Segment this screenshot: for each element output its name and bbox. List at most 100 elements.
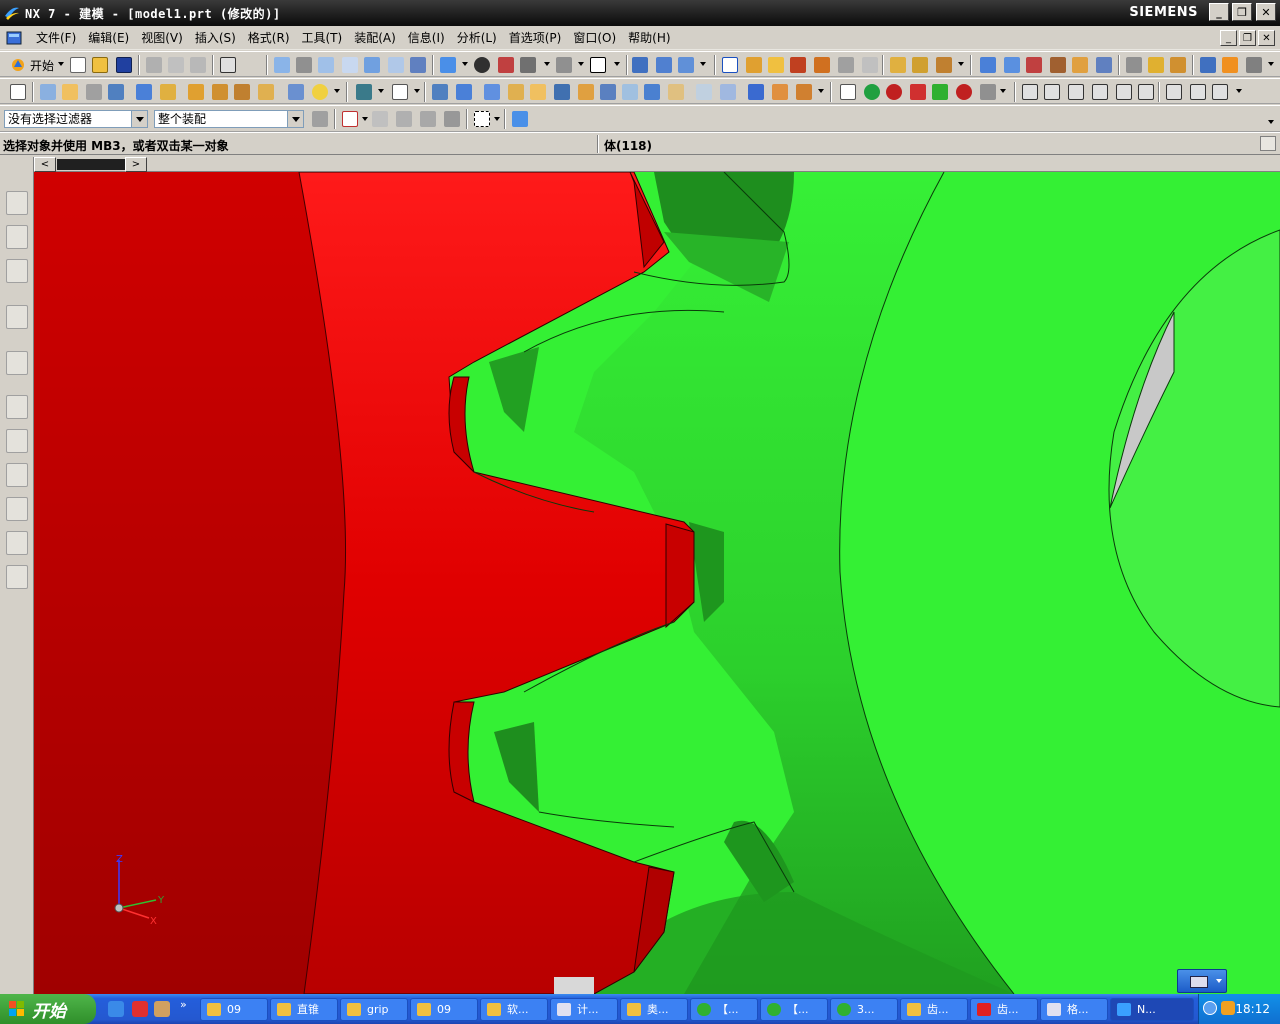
task-button[interactable]: 齿... [900, 998, 968, 1021]
close-button[interactable]: ✕ [1256, 3, 1276, 21]
snap-icon[interactable] [746, 57, 762, 73]
intersection-icon[interactable] [862, 57, 878, 73]
filter-reset-icon[interactable] [312, 111, 328, 127]
measure-icon[interactable] [936, 57, 952, 73]
chevron-down-icon[interactable] [131, 111, 147, 127]
task-button[interactable]: 09 [410, 998, 478, 1021]
minimize-button[interactable]: _ [1209, 3, 1229, 21]
ie-icon[interactable] [108, 1001, 124, 1017]
task-button[interactable]: 奥... [620, 998, 688, 1021]
circle-icon[interactable] [864, 84, 880, 100]
scale-icon[interactable] [644, 84, 660, 100]
revolve-icon[interactable] [62, 84, 78, 100]
trim-body-icon[interactable] [554, 84, 570, 100]
spline-icon[interactable] [910, 84, 926, 100]
sphere-icon[interactable] [312, 84, 328, 100]
menu-file[interactable]: 文件(F) [30, 28, 82, 48]
shell-icon[interactable] [484, 84, 500, 100]
project-curve-icon[interactable] [1138, 84, 1154, 100]
render-icon[interactable] [498, 57, 514, 73]
layer-category-icon[interactable] [1096, 57, 1112, 73]
polygon-icon[interactable] [980, 84, 996, 100]
qq-icon[interactable] [1221, 1001, 1235, 1015]
patch-icon[interactable] [720, 84, 736, 100]
open-icon[interactable] [92, 57, 108, 73]
arc-icon[interactable] [1044, 84, 1060, 100]
control-point-icon[interactable] [838, 57, 854, 73]
boss-icon[interactable] [212, 84, 228, 100]
copy-icon[interactable] [168, 57, 184, 73]
ellipse-icon[interactable] [956, 84, 972, 100]
sweep-icon[interactable] [86, 84, 102, 100]
divide-curve-icon[interactable] [1190, 84, 1206, 100]
rotate-icon[interactable] [364, 57, 380, 73]
select-face-icon[interactable] [372, 111, 388, 127]
status-toggle-icon[interactable] [1260, 136, 1276, 151]
datum-plane-icon[interactable] [288, 84, 304, 100]
menu-info[interactable]: 信息(I) [402, 28, 451, 48]
select-icon[interactable] [722, 57, 738, 73]
manufacturing-wizard-icon[interactable] [6, 497, 28, 521]
point-set-icon[interactable] [886, 84, 902, 100]
select-component-icon[interactable] [444, 111, 460, 127]
process-studio-icon[interactable] [6, 463, 28, 487]
cylinder-icon[interactable] [160, 84, 176, 100]
magnify-icon[interactable] [342, 57, 358, 73]
wrap-icon[interactable] [748, 84, 764, 100]
move-to-layer-icon[interactable] [1050, 57, 1066, 73]
select-edge-icon[interactable] [420, 111, 436, 127]
layer-visible-icon[interactable] [1026, 57, 1042, 73]
task-button[interactable]: 软... [480, 998, 548, 1021]
task-button-active[interactable]: N... [1110, 998, 1194, 1021]
menu-preferences[interactable]: 首选项(P) [503, 28, 568, 48]
fillet-curve-icon[interactable] [1068, 84, 1084, 100]
scroll-right-button[interactable]: > [125, 157, 147, 172]
view-cube-icon[interactable] [440, 57, 456, 73]
app-icon[interactable] [132, 1001, 148, 1017]
zoom-window-icon[interactable] [296, 57, 312, 73]
analysis-icon[interactable] [1246, 57, 1262, 73]
wcs-icon[interactable] [1126, 57, 1142, 73]
menu-tools[interactable]: 工具(T) [296, 28, 349, 48]
rectangle-select-icon[interactable] [474, 111, 490, 127]
color-icon[interactable] [1222, 57, 1238, 73]
task-button[interactable]: 【... [690, 998, 758, 1021]
pocket-icon[interactable] [234, 84, 250, 100]
layer-icon[interactable] [980, 57, 996, 73]
point-icon[interactable] [768, 57, 784, 73]
task-button[interactable]: 计... [550, 998, 618, 1021]
task-button[interactable]: 格... [1040, 998, 1108, 1021]
selection-scope-select[interactable]: 整个装配 [154, 110, 304, 128]
isometric-icon[interactable] [678, 57, 694, 73]
quicklaunch-more-icon[interactable]: » [180, 998, 187, 1011]
undo-icon[interactable] [220, 57, 236, 73]
start-menu-button[interactable]: 开始 [0, 994, 96, 1024]
pan-icon[interactable] [388, 57, 404, 73]
trim-curve-icon[interactable] [1166, 84, 1182, 100]
measure-angle-icon[interactable] [912, 57, 928, 73]
task-button[interactable]: grip [340, 998, 408, 1021]
bridge-curve-icon[interactable] [1092, 84, 1108, 100]
edit-curve-icon[interactable] [1212, 84, 1228, 100]
thread-icon[interactable] [796, 84, 812, 100]
scroll-left-button[interactable]: < [34, 157, 56, 172]
roles-icon[interactable] [6, 531, 28, 555]
reuse-library-icon[interactable] [6, 305, 28, 329]
fit-icon[interactable] [274, 57, 290, 73]
block-icon[interactable] [136, 84, 152, 100]
sketch-icon[interactable] [10, 84, 26, 100]
snap-point-icon[interactable] [342, 111, 358, 127]
restore-button[interactable]: ❐ [1232, 3, 1252, 21]
web-browser-icon[interactable] [6, 351, 28, 375]
doc-restore-button[interactable]: ❐ [1239, 30, 1256, 46]
menu-analysis[interactable]: 分析(L) [451, 28, 503, 48]
select-body-icon[interactable] [396, 111, 412, 127]
menu-insert[interactable]: 插入(S) [189, 28, 242, 48]
menu-help[interactable]: 帮助(H) [622, 28, 676, 48]
pad-icon[interactable] [258, 84, 274, 100]
edge-blend-icon[interactable] [432, 84, 448, 100]
app2-icon[interactable] [154, 1001, 170, 1017]
menu-assembly[interactable]: 装配(A) [348, 28, 402, 48]
draft-icon[interactable] [508, 84, 524, 100]
end-point-icon[interactable] [790, 57, 806, 73]
